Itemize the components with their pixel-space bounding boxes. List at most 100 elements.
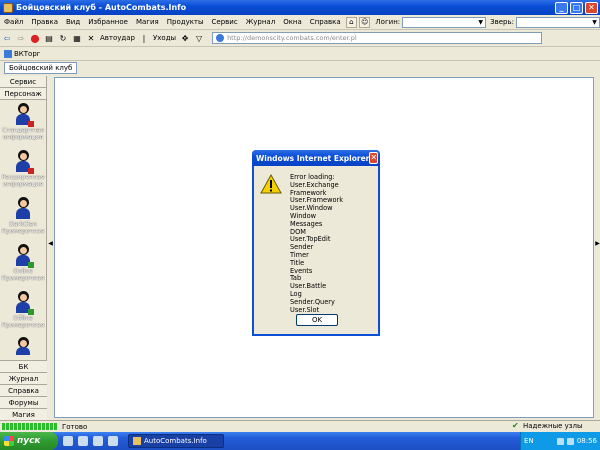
avatar-icon <box>12 197 34 221</box>
start-label: пуск <box>17 436 41 446</box>
app-icon <box>133 437 141 445</box>
menu-magic[interactable]: Магия <box>132 18 163 26</box>
message-line: Events <box>290 266 313 275</box>
sidebar-journal[interactable]: Журнал <box>0 372 47 384</box>
maximize-button[interactable]: □ <box>570 1 583 14</box>
windows-flag-icon <box>4 436 14 446</box>
back-icon[interactable]: ⇦ <box>2 34 12 43</box>
address-bar[interactable]: http://demonscity.combats.com/enter.pl <box>212 32 543 44</box>
sidebar-bottom: БК Журнал Справка Форумы Магия <box>0 360 47 420</box>
progress-segment <box>26 423 29 430</box>
tabs-bar: Бойцовский клуб <box>0 61 600 75</box>
menu-windows[interactable]: Окна <box>279 18 306 26</box>
refresh-icon[interactable]: ↻ <box>58 34 68 43</box>
progress-segment <box>42 423 45 430</box>
forward-icon[interactable]: ⇨ <box>16 34 26 43</box>
filter-icon[interactable]: ▽ <box>194 34 204 43</box>
taskbar: пуск AutoCombats.Info EN 08:56 <box>0 432 600 450</box>
avatar-icon <box>12 103 34 127</box>
sidebar-item-label: Online Примерочная <box>1 268 45 282</box>
menu-bar: Файл Правка Вид Избранное Магия Продукты… <box>0 15 600 30</box>
avatar-icon <box>12 291 34 315</box>
beast-select[interactable]: ▼ <box>516 16 600 28</box>
dialog-title: Windows Internet Explorer <box>256 153 370 163</box>
link-vktorg[interactable]: ВКТорг <box>4 49 40 58</box>
progress-segment <box>22 423 25 430</box>
gear-icon[interactable]: ✥ <box>180 34 190 43</box>
chevron-down-icon: ▼ <box>478 18 483 26</box>
sidebar-service[interactable]: Сервис <box>0 76 46 88</box>
sidebar-item-standard-info[interactable]: Стандартная информация <box>0 100 46 147</box>
progress-segment <box>14 423 17 430</box>
start-button[interactable]: пуск <box>0 432 58 450</box>
sidebar-character[interactable]: Персонаж <box>0 88 46 100</box>
status-text: Готово <box>62 422 88 431</box>
dialog-title-bar: Windows Internet Explorer ✕ <box>252 150 380 166</box>
system-tray: EN 08:56 <box>520 432 600 450</box>
progress-segment <box>6 423 9 430</box>
quicklaunch-icon[interactable] <box>63 436 73 446</box>
quicklaunch-icon[interactable] <box>78 436 88 446</box>
collapse-left-icon[interactable]: ◀ <box>48 237 53 251</box>
ok-button[interactable]: OK <box>296 314 338 326</box>
menu-edit[interactable]: Правка <box>27 18 62 26</box>
sidebar-item-extended-info[interactable]: Расширенная информация <box>0 147 46 194</box>
sidebar-item-online[interactable]: Online Примерочная <box>0 241 46 288</box>
beast-combo: Зверь: ▼ <box>486 16 600 28</box>
minimize-button[interactable]: _ <box>555 1 568 14</box>
document-icon[interactable]: ▦ <box>72 34 82 43</box>
menu-view[interactable]: Вид <box>62 18 84 26</box>
sidebar-item-label: Offline Примерочная <box>1 315 45 329</box>
taskbar-item-autocombats[interactable]: AutoCombats.Info <box>128 434 224 448</box>
zone-label: Надежные узлы <box>523 422 583 430</box>
links-bar: ВКТорг <box>0 47 600 61</box>
menu-journal[interactable]: Журнал <box>242 18 279 26</box>
dialog-close-button[interactable]: ✕ <box>369 152 379 164</box>
page-icon[interactable]: ▤ <box>44 34 54 43</box>
uhoty-button[interactable]: Уходы <box>153 34 176 42</box>
progress-segment <box>10 423 13 430</box>
tools-icon[interactable]: ✕ <box>86 34 96 43</box>
quicklaunch-icon[interactable] <box>93 436 103 446</box>
progress-segment <box>34 423 37 430</box>
toolbar: ⇦ ⇨ ⬤ ▤ ↻ ▦ ✕ Автоудар | Уходы ✥ ▽ http:… <box>0 30 600 47</box>
menu-file[interactable]: Файл <box>0 18 27 26</box>
close-button[interactable]: ✕ <box>585 1 598 14</box>
language-indicator[interactable]: EN <box>524 437 534 445</box>
menu-help[interactable]: Справка <box>306 18 345 26</box>
progress-segment <box>18 423 21 430</box>
stop-icon[interactable]: ⬤ <box>30 34 40 43</box>
menu-service[interactable]: Сервис <box>208 18 242 26</box>
sidebar-bk[interactable]: БК <box>0 360 47 372</box>
tab-fight-club[interactable]: Бойцовский клуб <box>4 62 78 74</box>
dialog-body: Error loading: User.Exchange Framework U… <box>254 166 378 314</box>
dialog-message: Error loading: User.Exchange Framework U… <box>290 173 374 314</box>
sidebar-magic[interactable]: Магия <box>0 408 47 420</box>
tray-icon[interactable] <box>556 437 564 445</box>
collapse-right-icon[interactable]: ▶ <box>595 237 600 251</box>
menu-favorites[interactable]: Избранное <box>84 18 132 26</box>
sidebar-item-darkclan[interactable]: DarkClan Примерочная <box>0 194 46 241</box>
sidebar-forums[interactable]: Форумы <box>0 396 47 408</box>
tray-icon[interactable] <box>566 437 574 445</box>
autoudar-button[interactable]: Автоудар <box>100 34 135 42</box>
sidebar-item-offline[interactable]: Offline Примерочная <box>0 288 46 335</box>
login-label: Логин: <box>375 18 401 26</box>
home-icon[interactable]: ⌂ <box>345 16 358 28</box>
link-icon <box>4 49 12 58</box>
login-select[interactable]: ▼ <box>402 16 487 28</box>
warning-icon <box>260 174 282 194</box>
window-title: Бойцовский клуб - AutoCombats.Info <box>16 3 187 12</box>
smiley-icon[interactable]: ☺ <box>359 16 371 28</box>
quicklaunch-icon[interactable] <box>108 436 118 446</box>
menu-products[interactable]: Продукты <box>163 18 208 26</box>
login-combo: Логин: ▼ <box>371 16 487 28</box>
sidebar-help[interactable]: Справка <box>0 384 47 396</box>
security-zone[interactable]: ✔ Надежные узлы <box>512 421 583 431</box>
avatar-icon <box>12 150 34 174</box>
message-line: User.Battle <box>290 282 327 291</box>
beast-label: Зверь: <box>490 18 514 26</box>
progress-bar <box>2 423 58 430</box>
check-icon: ✔ <box>512 421 519 430</box>
progress-segment <box>54 423 57 430</box>
